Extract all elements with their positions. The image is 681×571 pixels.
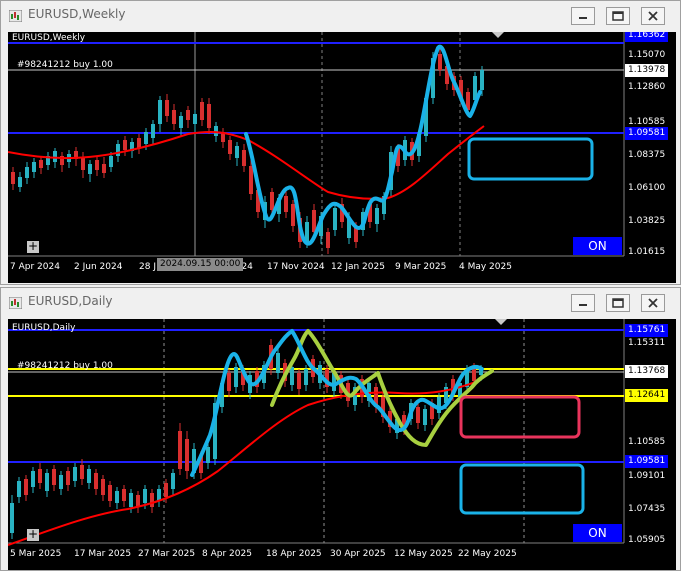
date-axis-label: 22 May 2025 [458, 549, 517, 559]
weekly-chart-window[interactable]: EURUSD,Weekly 1.15070 1.12860 1.10585 1.… [0, 0, 681, 285]
restore-button[interactable] [606, 7, 630, 25]
chart-icon [9, 10, 22, 22]
chart-symbol-label: EURUSD,Weekly [12, 33, 86, 43]
date-axis-label: 5 Mar 2025 [10, 549, 61, 559]
date-axis-label: 9 Mar 2025 [395, 262, 446, 272]
date-axis-label: 17 Nov 2024 [267, 262, 325, 272]
price-axis-label: 1.10585 [628, 117, 665, 127]
price-axis-label: 1.15070 [628, 50, 665, 60]
crosshair-date-label: 2024.09.15 00:00 [157, 258, 244, 271]
restore-button[interactable] [606, 294, 630, 312]
add-indicator-icon[interactable]: + [27, 528, 39, 541]
close-button[interactable] [641, 294, 665, 312]
date-axis-label: 12 Jan 2025 [331, 262, 385, 272]
price-marker-current: 1.13978 [625, 64, 669, 77]
price-axis-label: 1.15311 [628, 338, 665, 348]
on-status-badge[interactable]: ON [573, 237, 622, 255]
minimize-button[interactable] [571, 294, 595, 312]
minimize-icon [579, 17, 587, 19]
price-marker-support: 1.09581 [625, 127, 669, 140]
date-axis-label: 30 Apr 2025 [330, 549, 386, 559]
price-marker-current: 1.13768 [625, 365, 669, 378]
minimize-icon [579, 304, 587, 306]
daily-price-chart[interactable]: 1.15311 1.10585 1.09101 1.07435 1.05905 … [8, 319, 676, 570]
close-button[interactable] [641, 7, 665, 25]
chart-symbol-label: EURUSD,Daily [12, 323, 76, 333]
minimize-button[interactable] [571, 7, 595, 25]
add-indicator-icon[interactable]: + [27, 240, 39, 253]
price-axis-label: 1.09101 [628, 471, 665, 481]
daily-chart-window[interactable]: EURUSD,Daily 1.15311 1.10585 1.09101 1.0… [0, 287, 681, 571]
price-axis-label: 1.08375 [628, 150, 665, 160]
hand-drawn-zone-blue [467, 137, 594, 181]
window-title: EURUSD,Weekly [28, 7, 126, 21]
chart-shift-marker [492, 32, 504, 38]
price-axis-label: 1.03825 [628, 216, 665, 226]
date-axis-label: 17 Mar 2025 [74, 549, 131, 559]
price-axis-label: 1.06100 [628, 183, 665, 193]
window-title: EURUSD,Daily [28, 294, 113, 308]
chart-shift-marker [495, 319, 507, 325]
order-label: #98241212 buy 1.00 [17, 361, 113, 371]
date-axis-label: 2 Jun 2024 [74, 262, 123, 272]
weekly-price-chart[interactable]: 1.15070 1.12860 1.10585 1.08375 1.06100 … [8, 32, 676, 283]
price-axis: 1.15070 1.12860 1.10585 1.08375 1.06100 … [628, 50, 665, 257]
title-bar[interactable]: EURUSD,Daily [1, 288, 680, 318]
date-axis: 7 Apr 2024 2 Jun 2024 28 J 2024 17 Nov 2… [10, 262, 512, 272]
close-icon [648, 298, 658, 308]
date-axis-label: 18 Apr 2025 [266, 549, 322, 559]
title-bar[interactable]: EURUSD,Weekly [1, 1, 680, 31]
date-axis-label: 7 Apr 2024 [10, 262, 60, 272]
price-marker-support: 1.09581 [625, 455, 669, 468]
hand-drawn-zone-blue [459, 463, 585, 515]
hand-drawn-zone-pink [459, 395, 581, 439]
date-axis-label: 12 May 2025 [394, 549, 453, 559]
date-axis-label: 28 J [139, 262, 156, 272]
date-axis-label: 8 Apr 2025 [202, 549, 252, 559]
chart-icon [9, 297, 22, 309]
price-marker-resistance: 1.16362 [625, 32, 669, 42]
date-axis: 5 Mar 2025 17 Mar 2025 27 Mar 2025 8 Apr… [10, 549, 517, 559]
order-label: #98241212 buy 1.00 [17, 60, 113, 70]
price-axis-label: 1.01615 [628, 247, 665, 257]
price-marker-entry: 1.12641 [625, 389, 669, 402]
close-icon [648, 11, 658, 21]
restore-icon [612, 11, 624, 21]
on-status-badge[interactable]: ON [573, 524, 622, 542]
price-axis-label: 1.12860 [628, 82, 665, 92]
price-axis-label: 1.10585 [628, 437, 665, 447]
price-axis-label: 1.05905 [628, 535, 665, 545]
price-marker-resistance: 1.15761 [625, 324, 669, 337]
date-axis-label: 27 Mar 2025 [138, 549, 195, 559]
date-axis-label: 4 May 2025 [459, 262, 512, 272]
restore-icon [612, 298, 624, 308]
price-axis-label: 1.07435 [628, 504, 665, 514]
